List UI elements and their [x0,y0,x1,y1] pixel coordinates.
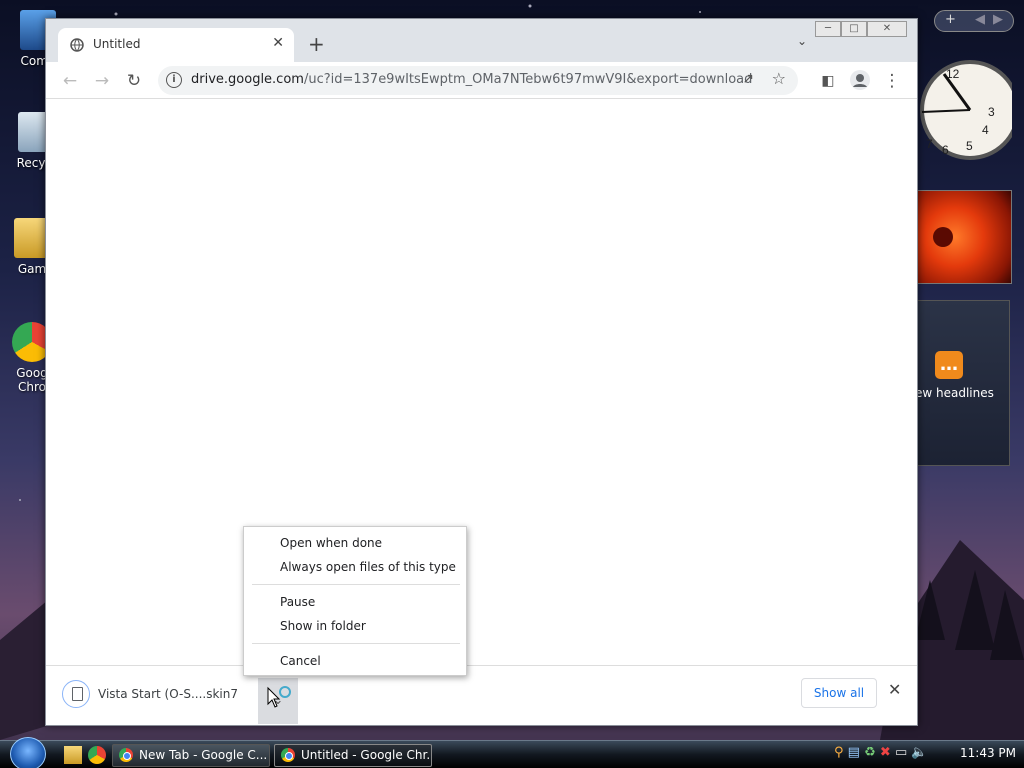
tab-title: Untitled [93,37,141,51]
tab-untitled[interactable]: Untitled ✕ [58,28,294,62]
minimize-button[interactable]: ─ [815,21,841,37]
menu-icon[interactable]: ⋮ [880,69,904,93]
taskbar-item-label: Untitled - Google Chr... [301,748,432,762]
close-download-bar-icon[interactable]: ✕ [888,680,901,699]
url-domain: drive.google.com [191,72,304,87]
clock-number-7: 7 [926,137,933,151]
clock-number-3: 3 [988,105,995,119]
add-gadget-button[interactable]: + [945,12,956,27]
chrome-icon [119,748,133,762]
menu-item-pause[interactable]: Pause [280,595,315,609]
sync-icon[interactable]: ♻ [864,745,876,760]
rss-icon: … [935,351,963,379]
tab-search-chevron-icon[interactable]: ⌄ [797,34,807,48]
close-window-button[interactable]: ✕ [867,21,907,37]
window-controls: ─ □ ✕ [815,21,907,37]
menu-item-cancel[interactable]: Cancel [280,654,321,668]
taskbar-item-label: New Tab - Google C... [139,748,268,762]
chrome-window: ─ □ ✕ Untitled ✕ + ⌄ ← → ↻ i drive.googl… [45,18,918,726]
download-item[interactable]: Vista Start (O-S....skin7 ⌄ [60,678,298,724]
clock-number-5: 5 [966,139,973,153]
clock-number-6: 6 [942,143,949,157]
mouse-cursor-icon [267,686,291,708]
menu-item-open-when-done[interactable]: Open when done [280,536,382,550]
show-all-button[interactable]: Show all [801,678,877,708]
desktop-icon-label: Goog Chro [16,366,48,394]
display-icon[interactable]: ▭ [895,745,907,760]
profile-avatar-icon[interactable] [848,69,872,93]
maximize-button[interactable]: □ [841,21,867,37]
taskbar-clock[interactable]: 11:43 PM [960,746,1016,760]
clock-number-4: 4 [982,123,989,137]
feed-headlines-label: ew headlines [915,386,994,400]
menu-item-always-open[interactable]: Always open files of this type [280,560,456,574]
network-icon[interactable]: ▤ [848,745,860,760]
menu-divider [252,643,460,644]
toolbar: ← → ↻ i drive.google.com/uc?id=137e9wIts… [46,62,917,99]
bookmark-star-icon[interactable]: ☆ [772,69,786,88]
sidebar-gadget-controls[interactable]: + ◀ ▶ [934,10,1014,32]
taskbar-item-new-tab[interactable]: New Tab - Google C... [112,744,270,767]
chrome-icon [281,748,295,762]
download-filename: Vista Start (O-S....skin7 [98,687,238,701]
close-tab-icon[interactable]: ✕ [272,35,284,51]
next-arrow-icon[interactable]: ▶ [993,12,1003,27]
search-icon[interactable]: ⚲ [834,745,844,760]
url-text[interactable]: drive.google.com/uc?id=137e9wItsEwptm_OM… [191,72,752,87]
download-context-menu: Open when done Always open files of this… [243,526,467,676]
globe-icon [70,38,84,52]
explorer-quicklaunch-icon[interactable] [64,746,82,764]
desktop-icon-label: Gam [17,262,47,276]
site-info-icon[interactable]: i [166,72,182,88]
menu-item-show-in-folder[interactable]: Show in folder [280,619,366,633]
menu-divider [252,584,460,585]
flower-image [933,227,953,247]
download-bar: Vista Start (O-S....skin7 ⌄ Show all ✕ [46,665,917,725]
security-alert-icon[interactable]: ✖ [880,745,891,760]
back-icon[interactable]: ← [58,69,82,93]
slideshow-gadget[interactable] [916,190,1012,284]
taskbar-item-untitled[interactable]: Untitled - Google Chr... [274,744,432,767]
chrome-quicklaunch-icon[interactable] [88,746,106,764]
side-panel-icon[interactable]: ◧ [816,69,840,93]
reload-icon[interactable]: ↻ [122,69,146,93]
previous-arrow-icon[interactable]: ◀ [975,12,985,27]
address-bar[interactable]: i drive.google.com/uc?id=137e9wItsEwptm_… [158,66,798,95]
taskbar: New Tab - Google C... Untitled - Google … [0,737,1024,768]
file-icon [62,680,90,708]
share-icon[interactable]: ↗ [742,71,754,87]
clock-gadget[interactable]: 12 3 4 5 6 7 [912,48,1012,172]
feed-headlines-gadget[interactable]: … ew headlines [915,300,1010,466]
new-tab-button[interactable]: + [308,32,325,56]
volume-muted-icon[interactable]: 🔈 [911,745,927,760]
forward-icon[interactable]: → [90,69,114,93]
system-tray: ⚲ ▤ ♻ ✖ ▭ 🔈 [834,745,928,760]
url-path: /uc?id=137e9wItsEwptm_OMa7NTebw6t97mwV9I… [303,72,753,87]
start-button[interactable] [10,737,46,768]
page-content [46,99,917,665]
